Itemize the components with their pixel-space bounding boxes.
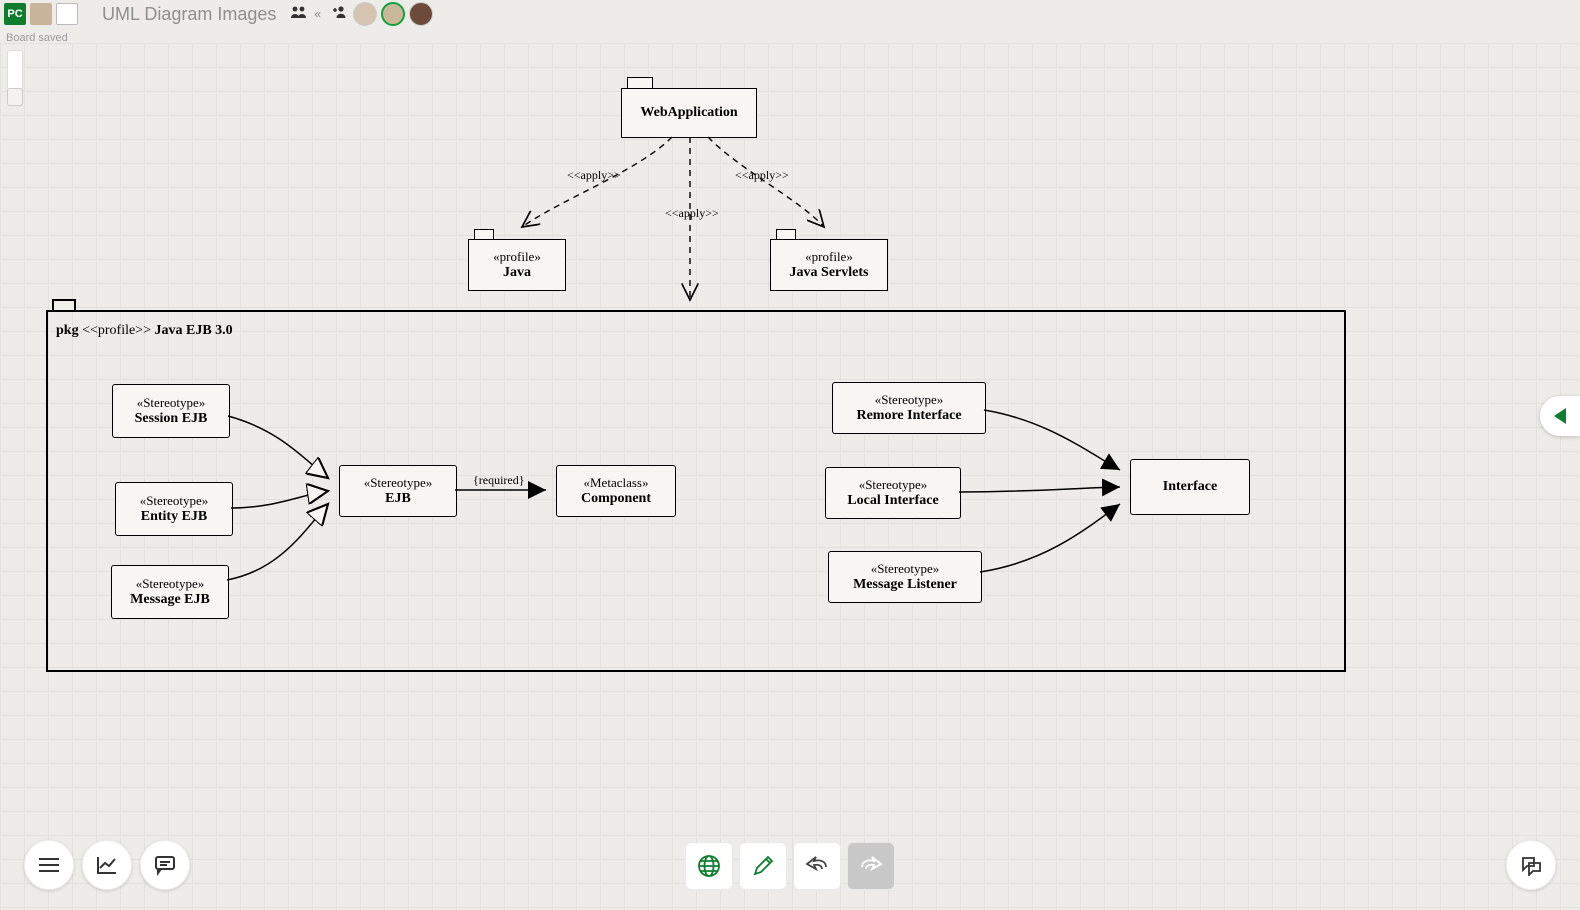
local-interface-box[interactable]: «Stereotype» Local Interface [825, 467, 961, 519]
public-button[interactable] [685, 842, 733, 890]
reveal-panel-button[interactable] [1540, 396, 1580, 436]
comment-tool-button[interactable] [140, 840, 190, 890]
remote-interface-box[interactable]: «Stereotype» Remore Interface [832, 382, 986, 434]
servlets-name: Java Servlets [790, 265, 869, 281]
component-box[interactable]: «Metaclass» Component [556, 465, 676, 517]
chart-tool-button[interactable] [82, 840, 132, 890]
message-ejb-box[interactable]: «Stereotype» Message EJB [111, 565, 229, 619]
comment-icon [153, 854, 177, 876]
entity-ejb-box[interactable]: «Stereotype» Entity EJB [115, 482, 233, 536]
apply-label-3: <<apply>> [735, 168, 789, 183]
canvas: WebApplication «profile» Java «profile» … [0, 0, 1580, 910]
ejb-box[interactable]: «Stereotype» EJB [339, 465, 457, 517]
apply-label-2: <<apply>> [665, 206, 719, 221]
webapp-package[interactable]: WebApplication [621, 88, 757, 138]
ejb-frame-label: pkg <<profile>> Java EJB 3.0 [56, 323, 233, 339]
servlets-profile[interactable]: «profile» Java Servlets [770, 239, 888, 291]
edit-button[interactable] [739, 842, 787, 890]
java-profile[interactable]: «profile» Java [468, 239, 566, 291]
message-listener-box[interactable]: «Stereotype» Message Listener [828, 551, 982, 603]
lines-icon [37, 855, 61, 875]
apply-label-1: <<apply>> [567, 168, 621, 183]
bottom-right-toolbar [1506, 840, 1556, 890]
chat-button[interactable] [1506, 840, 1556, 890]
interface-box[interactable]: Interface [1130, 459, 1250, 515]
chart-icon [95, 854, 119, 876]
pencil-icon [750, 853, 776, 879]
bottom-left-toolbar [24, 840, 190, 890]
undo-icon [804, 855, 830, 877]
java-name: Java [503, 265, 531, 281]
webapp-name: WebApplication [640, 105, 737, 121]
chat-icon [1519, 854, 1543, 876]
undo-button[interactable] [793, 842, 841, 890]
redo-button[interactable] [847, 842, 895, 890]
required-label: {required} [473, 473, 525, 488]
redo-icon [858, 855, 884, 877]
servlets-stereo: «profile» [805, 249, 853, 265]
triangle-left-icon [1552, 407, 1568, 425]
bottom-center-toolbar [685, 842, 895, 890]
java-stereo: «profile» [493, 249, 541, 265]
session-ejb-box[interactable]: «Stereotype» Session EJB [112, 384, 230, 438]
lines-tool-button[interactable] [24, 840, 74, 890]
globe-icon [696, 853, 722, 879]
